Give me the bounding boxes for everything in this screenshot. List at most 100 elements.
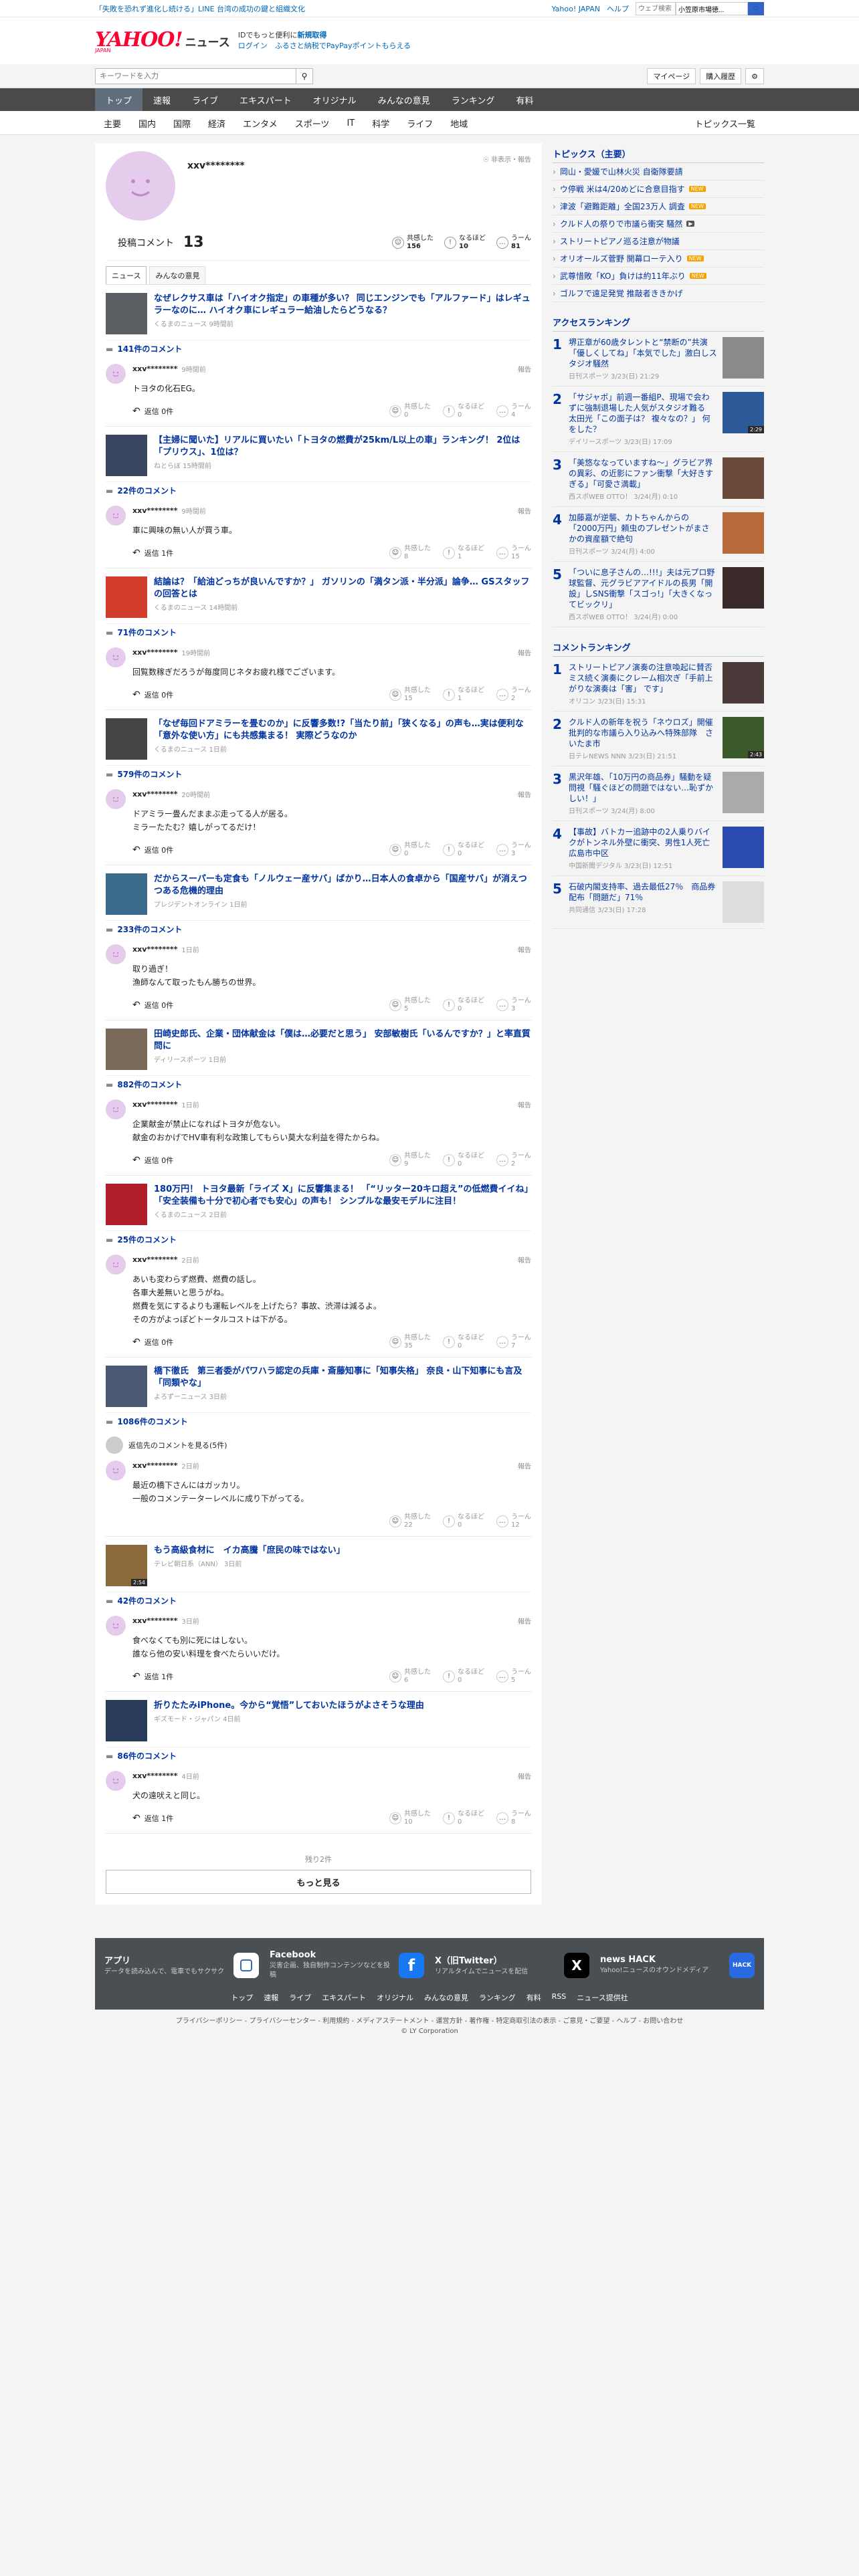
access-ranking-item[interactable]: 3 「美悠ななっていますね～」グラビア界の異彩、の近影にファン衝撃「大好きすぎる」… <box>553 452 764 507</box>
gnav-item[interactable]: ランキング <box>441 88 506 111</box>
empathy-reaction[interactable]: ☺ 共感した 35 <box>389 1334 431 1350</box>
gnav-item[interactable]: エキスパート <box>229 88 302 111</box>
topic-item[interactable]: › ウ停戦 米は4/20めどに合意目指す NEW <box>553 181 764 198</box>
article-link[interactable]: 180万円！ トヨタ最新「ライズ X」に反響集まる！ 「“リッター20キロ超え”… <box>106 1176 531 1230</box>
hmm-reaction[interactable]: … うーん 2 <box>496 1152 531 1168</box>
hmm-reaction[interactable]: … うーん 3 <box>496 997 531 1013</box>
search-icon[interactable]: ⚲ <box>748 2 764 15</box>
search-icon[interactable]: ⚲ <box>296 68 313 84</box>
help-link[interactable]: ヘルプ <box>607 3 629 14</box>
comment-user[interactable]: xxv******** <box>132 790 177 798</box>
history-button[interactable]: 購入履歴 <box>700 68 742 84</box>
comment-user[interactable]: xxv******** <box>132 1100 177 1109</box>
reply-button[interactable]: ↶ 返信 1件 <box>132 1813 173 1824</box>
comment-user[interactable]: xxv******** <box>132 506 177 515</box>
comment-ranking-item[interactable]: 2 クルド人の新年を祝う「ネウロズ」開催 批判的な市議ら入り込みへ特殊部隊 さいた… <box>553 712 764 766</box>
hmm-reaction[interactable]: … うーん 3 <box>496 842 531 858</box>
footer-app-link[interactable]: news HACK Yahoo!ニュースのオウンドメディア HACK <box>597 1947 757 1983</box>
report-link[interactable]: 報告 <box>518 1099 531 1109</box>
footer-link[interactable]: みんなの意見 <box>424 1992 468 2003</box>
rank-title[interactable]: 堺正章が60歳タレントと“禁断の”共演「優しくしてね」「本気でした」激白しスタジ… <box>569 337 717 369</box>
article-title[interactable]: 橋下徹氏 第三者委がパワハラ認定の兵庫・斎藤知事に「知事失格」 奈良・山下知事に… <box>154 1366 531 1390</box>
topic-item[interactable]: › 岡山・愛媛で山林火災 自衛隊要請 <box>553 163 764 181</box>
rank-title[interactable]: クルド人の新年を祝う「ネウロズ」開催 批判的な市議ら入り込みへ特殊部隊 さいたま… <box>569 717 721 749</box>
comment-count-link[interactable]: ▬ 25件のコメント <box>106 1230 531 1248</box>
rank-title[interactable]: 黒沢年雄、「10万円の商品券」騒動を疑問視「騒ぐほどの問題ではない…恥ずかしい！… <box>569 772 717 804</box>
empathy-reaction[interactable]: ☺ 共感した 9 <box>389 1152 431 1168</box>
article-title[interactable]: 田崎史郎氏、企業・団体献金は「僕は…必要だと思う」 安部敏樹氏「いるんですか？」… <box>154 1029 531 1053</box>
insight-reaction[interactable]: ! なるほど 0 <box>443 1810 484 1826</box>
empathy-reaction[interactable]: ☺ 共感した 22 <box>389 1513 431 1529</box>
article-link[interactable]: 【主婦に聞いた】リアルに買いたい「トヨタの燃費が25km/L以上の車」ランキング… <box>106 427 531 481</box>
comment-user[interactable]: xxv******** <box>132 364 177 373</box>
more-button[interactable]: もっと見る <box>106 1870 531 1894</box>
rank-title[interactable]: 加藤嘉が逆襲、カトちゃんからの「2000万円」頼虫のプレゼントがまさかの資産額で… <box>569 512 717 544</box>
article-link[interactable]: 「なぜ毎回ドアミラーを畳むのか」に反響多数!?「当たり前」「狭くなる」の声も…実… <box>106 710 531 765</box>
comment-count-link[interactable]: ▬ 233件のコメント <box>106 920 531 938</box>
legal-links[interactable]: プライバシーポリシー - プライバシーセンター - 利用規約 - メディアステー… <box>95 2015 764 2025</box>
report-link[interactable]: 報告 <box>518 1461 531 1471</box>
snav-item[interactable]: 国際 <box>165 117 199 130</box>
article-title[interactable]: もう高級食材に イカ高騰「庶民の味ではない」 <box>154 1545 345 1557</box>
comment-count-link[interactable]: ▬ 86件のコメント <box>106 1747 531 1764</box>
report-link[interactable]: 報告 <box>518 789 531 799</box>
comment-count-link[interactable]: ▬ 1086件のコメント <box>106 1412 531 1430</box>
access-ranking-item[interactable]: 5 「ついに息子さんの…!!!」夫は元プロ野球監督、元グラビアアイドルの長男「開設… <box>553 562 764 627</box>
gear-icon[interactable]: ⚙ <box>745 68 764 84</box>
location-field[interactable] <box>676 2 748 15</box>
view-parent-link[interactable]: 返信先のコメントを見る(5件) <box>106 1430 531 1454</box>
article-title[interactable]: なぜレクサス車は「ハイオク指定」の車種が多い？ 同じエンジンでも「アルファード」… <box>154 293 531 317</box>
snav-item[interactable]: エンタメ <box>234 117 286 130</box>
empathy-reaction[interactable]: ☺ 共感した 5 <box>389 997 431 1013</box>
comment-user[interactable]: xxv******** <box>132 1616 177 1625</box>
comment-ranking-item[interactable]: 5 石破内閣支持率、過去最低27％ 商品券配布「問題だ」71％ 共同通信 3/23(… <box>553 876 764 929</box>
hmm-reaction[interactable]: … うーん 2 <box>496 687 531 703</box>
comment-user[interactable]: xxv******** <box>132 1255 177 1264</box>
article-link[interactable]: 折りたたみiPhone。今から“覚悟”しておいたほうがよさそうな理由 ギズモード・… <box>106 1692 531 1747</box>
topics-list-link[interactable]: トピックス一覧 <box>686 117 764 130</box>
yahoo-japan-link[interactable]: Yahoo! JAPAN <box>551 5 600 13</box>
insight-reaction[interactable]: ! なるほど 0 <box>443 403 484 419</box>
snav-item[interactable]: 主要 <box>95 117 130 130</box>
footer-link[interactable]: トップ <box>231 1992 253 2003</box>
reply-button[interactable]: ↶ 返信 1件 <box>132 548 173 558</box>
snav-item[interactable]: 科学 <box>363 117 398 130</box>
insight-reaction[interactable]: ! なるほど 0 <box>443 842 484 858</box>
footer-link[interactable]: RSS <box>552 1992 567 2003</box>
comment-user[interactable]: xxv******** <box>132 648 177 657</box>
footer-app-link[interactable]: アプリ データを読み込んで、電車でもサクサク <box>102 1947 262 1983</box>
tab-news[interactable]: ニュース <box>106 266 147 284</box>
snav-item[interactable]: 経済 <box>199 117 234 130</box>
report-link[interactable]: 報告 <box>518 1616 531 1626</box>
snav-item[interactable]: スポーツ <box>286 117 339 130</box>
topic-title[interactable]: ウ停戦 米は4/20めどに合意目指す <box>560 183 685 195</box>
access-ranking-item[interactable]: 2 「サジャボ」前週一番組P、現場で会わずに強制退場した人気がスタジオ難る 太田光… <box>553 387 764 452</box>
signup-link[interactable]: 新規取得 <box>297 31 326 39</box>
article-title[interactable]: 【主婦に聞いた】リアルに買いたい「トヨタの燃費が25km/L以上の車」ランキング… <box>154 435 531 459</box>
reply-button[interactable]: ↶ 返信 1件 <box>132 1671 173 1682</box>
empathy-reaction[interactable]: ☺ 共感した 15 <box>389 687 431 703</box>
login-link[interactable]: ログイン <box>238 41 268 50</box>
mypage-button[interactable]: マイページ <box>647 68 696 84</box>
topic-item[interactable]: › オリオールズ菅野 開幕ローテ入り NEW <box>553 250 764 267</box>
snav-item[interactable]: ライフ <box>398 117 442 130</box>
gnav-item[interactable]: 速報 <box>142 88 181 111</box>
insight-reaction[interactable]: ! なるほど 0 <box>443 997 484 1013</box>
footer-link[interactable]: 速報 <box>264 1992 278 2003</box>
empathy-reaction[interactable]: ☺ 共感した 6 <box>389 1669 431 1685</box>
comment-user[interactable]: xxv******** <box>132 1772 177 1780</box>
article-title[interactable]: 結論は？「給油どっちが良いんですか？」 ガソリンの「満タン派・半分派」論争… G… <box>154 576 531 601</box>
gnav-item[interactable]: トップ <box>95 88 143 111</box>
insight-reaction[interactable]: ! なるほど 0 <box>443 1152 484 1168</box>
rank-title[interactable]: 「ついに息子さんの…!!!」夫は元プロ野球監督、元グラビアアイドルの長男「開設」… <box>569 567 717 610</box>
rank-title[interactable]: 【事故】バトカー追跡中の2人乗りバイクがトンネル外壁に衝突、男性1人死亡 広島市… <box>569 827 718 859</box>
comment-count-link[interactable]: ▬ 71件のコメント <box>106 623 531 641</box>
article-title[interactable]: 180万円！ トヨタ最新「ライズ X」に反響集まる！ 「“リッター20キロ超え”… <box>154 1184 531 1208</box>
insight-reaction[interactable]: ! なるほど 0 <box>443 1334 484 1350</box>
footer-link[interactable]: ライブ <box>289 1992 311 2003</box>
footer-link[interactable]: 有料 <box>527 1992 541 2003</box>
insight-reaction[interactable]: ! なるほど 0 <box>443 1513 484 1529</box>
furusato-link[interactable]: ふるさと納税でPayPayポイントもらえる <box>275 41 411 50</box>
article-link[interactable]: 2:54 もう高級食材に イカ高騰「庶民の味ではない」 テレビ朝日系（ANN） 3日… <box>106 1537 531 1592</box>
hmm-reaction[interactable]: … うーん 4 <box>496 403 531 419</box>
